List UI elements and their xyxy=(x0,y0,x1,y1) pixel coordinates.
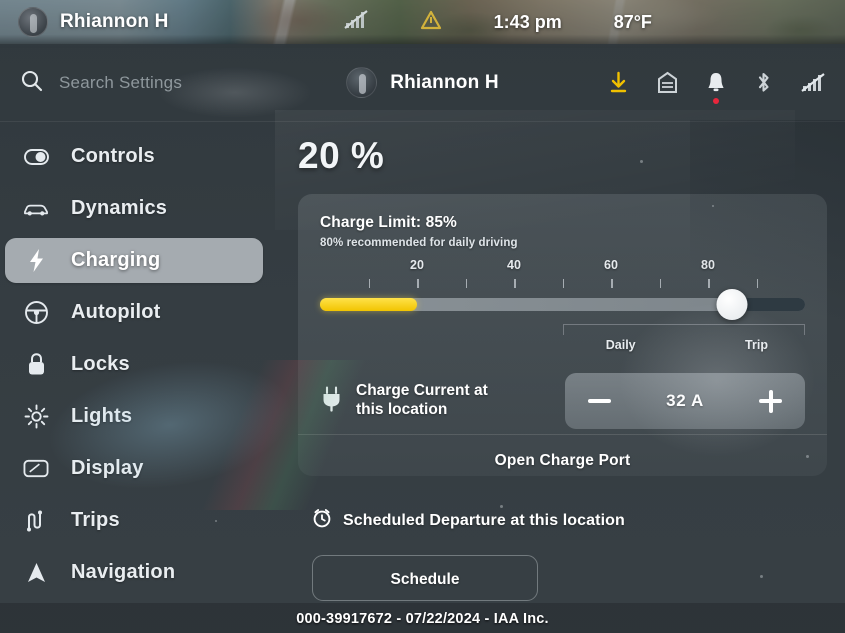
warning-triangle-icon xyxy=(420,10,442,35)
outside-temperature: 87°F xyxy=(613,11,652,32)
sidebar-item-label: Trips xyxy=(71,509,120,531)
slider-current-charge-fill xyxy=(320,298,417,311)
sun-light-icon xyxy=(23,404,49,429)
settings-header: Search Settings Rhiannon H xyxy=(0,44,845,122)
status-bar: Rhiannon H 1:43 pm 87°F xyxy=(0,0,845,44)
charging-content: 20 % Charge Limit: 85% 80% recommended f… xyxy=(290,122,845,633)
garage-door-icon[interactable] xyxy=(657,71,678,94)
toggle-switch-icon xyxy=(23,148,49,165)
charge-current-label-line2: this location xyxy=(356,401,448,418)
sidebar-item-controls[interactable]: Controls xyxy=(5,134,263,179)
navigation-arrow-icon xyxy=(23,561,49,584)
scheduled-departure-row[interactable]: Scheduled Departure at this location xyxy=(298,508,827,533)
search-input[interactable]: Search Settings xyxy=(20,69,320,97)
settings-sidebar: Controls Dynamics Charging Autopilot Loc… xyxy=(0,122,290,633)
sidebar-item-trips[interactable]: Trips xyxy=(5,498,263,543)
lightning-bolt-icon xyxy=(23,248,49,273)
sidebar-item-label: Locks xyxy=(71,353,130,375)
vehicle-touchscreen-photo: Rhiannon H 1:43 pm 87°F Search Settings … xyxy=(0,0,845,633)
sidebar-item-label: Display xyxy=(71,457,144,479)
trips-route-icon xyxy=(23,509,49,533)
signal-off-icon xyxy=(343,9,368,35)
profile-avatar xyxy=(346,67,378,98)
sidebar-item-display[interactable]: Display xyxy=(5,446,263,491)
avatar[interactable] xyxy=(18,7,48,37)
charge-limit-card: Charge Limit: 85% 80% recommended for da… xyxy=(298,194,827,476)
settings-panel: Search Settings Rhiannon H Controls Dyna… xyxy=(0,44,845,633)
sidebar-item-label: Navigation xyxy=(71,561,176,583)
padlock-icon xyxy=(23,352,49,377)
profile-selector[interactable]: Rhiannon H xyxy=(320,67,525,98)
charge-current-stepper: 32 A xyxy=(565,373,805,429)
profile-name: Rhiannon H xyxy=(390,71,499,93)
slider-tick-label: 20 xyxy=(410,258,424,272)
sidebar-item-locks[interactable]: Locks xyxy=(5,342,263,387)
sidebar-item-label: Controls xyxy=(71,145,155,167)
sidebar-item-label: Dynamics xyxy=(71,197,168,219)
software-update-icon[interactable] xyxy=(608,71,629,94)
search-icon xyxy=(20,69,43,97)
sidebar-item-label: Charging xyxy=(71,249,161,271)
slider-range-bracket xyxy=(562,324,805,335)
auction-watermark: 000-39917672 - 07/22/2024 - IAA Inc. xyxy=(296,611,549,627)
sidebar-item-autopilot[interactable]: Autopilot xyxy=(5,290,263,335)
scheduled-departure-label: Scheduled Departure at this location xyxy=(343,511,625,529)
display-screen-icon xyxy=(23,458,49,479)
slider-tick-label: 40 xyxy=(507,258,521,272)
battery-percent: 20 % xyxy=(298,135,385,176)
sidebar-item-label: Autopilot xyxy=(71,301,161,323)
charge-limit-subtitle: 80% recommended for daily driving xyxy=(320,237,518,249)
notification-bell-icon[interactable] xyxy=(706,71,726,104)
sidebar-item-dynamics[interactable]: Dynamics xyxy=(5,186,263,231)
slider-daily-label: Daily xyxy=(605,338,636,352)
open-charge-port-button[interactable]: Open Charge Port xyxy=(320,435,805,487)
charge-current-label-line1: Charge Current at xyxy=(356,382,488,400)
clock-time: 1:43 pm xyxy=(493,11,562,32)
charge-limit-slider[interactable]: 20 40 60 80 Daily Trip xyxy=(320,258,805,360)
slider-tick-marks xyxy=(320,279,805,288)
charge-plug-icon xyxy=(320,385,343,417)
slider-knob[interactable] xyxy=(716,289,748,320)
charge-limit-title: Charge Limit: 85% xyxy=(320,214,457,231)
search-placeholder: Search Settings xyxy=(59,72,183,92)
decrease-current-button[interactable] xyxy=(588,399,611,403)
schedule-button-label: Schedule xyxy=(390,571,460,588)
sidebar-item-charging[interactable]: Charging xyxy=(5,238,263,283)
schedule-button[interactable]: Schedule xyxy=(312,555,538,601)
slider-tick-labels: 20 40 60 80 xyxy=(320,258,805,274)
charge-current-value: 32 A xyxy=(666,391,704,410)
slider-tick-label: 80 xyxy=(701,258,715,272)
cellular-signal-off-icon[interactable] xyxy=(801,71,825,94)
increase-current-button[interactable] xyxy=(759,389,782,413)
sidebar-item-label: Lights xyxy=(71,405,133,427)
bluetooth-icon[interactable] xyxy=(754,71,773,94)
alarm-clock-icon xyxy=(312,508,332,533)
steering-wheel-icon xyxy=(23,300,49,325)
slider-trip-label: Trip xyxy=(745,338,768,352)
driver-name: Rhiannon H xyxy=(60,11,169,32)
notification-badge xyxy=(713,98,719,104)
slider-tick-label: 60 xyxy=(604,258,618,272)
charge-current-row: Charge Current at this location 32 A xyxy=(320,368,805,434)
sidebar-item-lights[interactable]: Lights xyxy=(5,394,263,439)
car-icon xyxy=(23,201,49,217)
sidebar-item-navigation[interactable]: Navigation xyxy=(5,550,263,595)
